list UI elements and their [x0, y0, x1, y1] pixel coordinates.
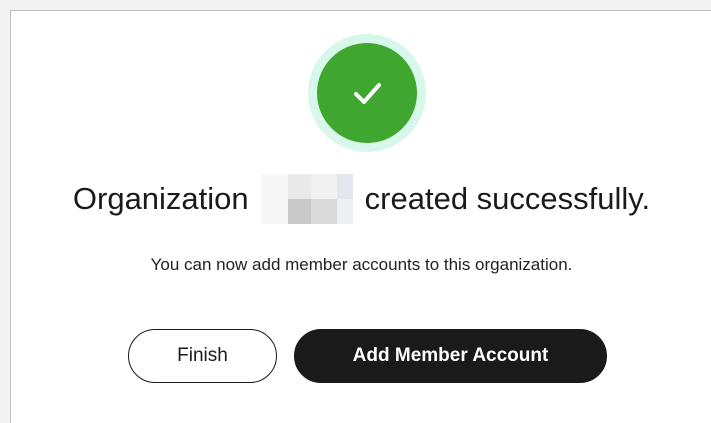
add-member-account-button[interactable]: Add Member Account: [294, 329, 607, 383]
success-badge: [308, 34, 426, 152]
success-dialog: Organization created successfully. You c…: [10, 10, 711, 423]
title-prefix: Organization: [72, 181, 249, 216]
success-message: You can now add member accounts to this …: [150, 255, 573, 274]
success-circle: [317, 43, 417, 143]
title-suffix: created successfully.: [364, 181, 651, 216]
page-title: Organization created successfully.: [11, 171, 711, 227]
redacted-organization-name: [260, 174, 353, 224]
finish-button[interactable]: Finish: [128, 329, 277, 383]
checkmark-icon: [354, 83, 381, 104]
